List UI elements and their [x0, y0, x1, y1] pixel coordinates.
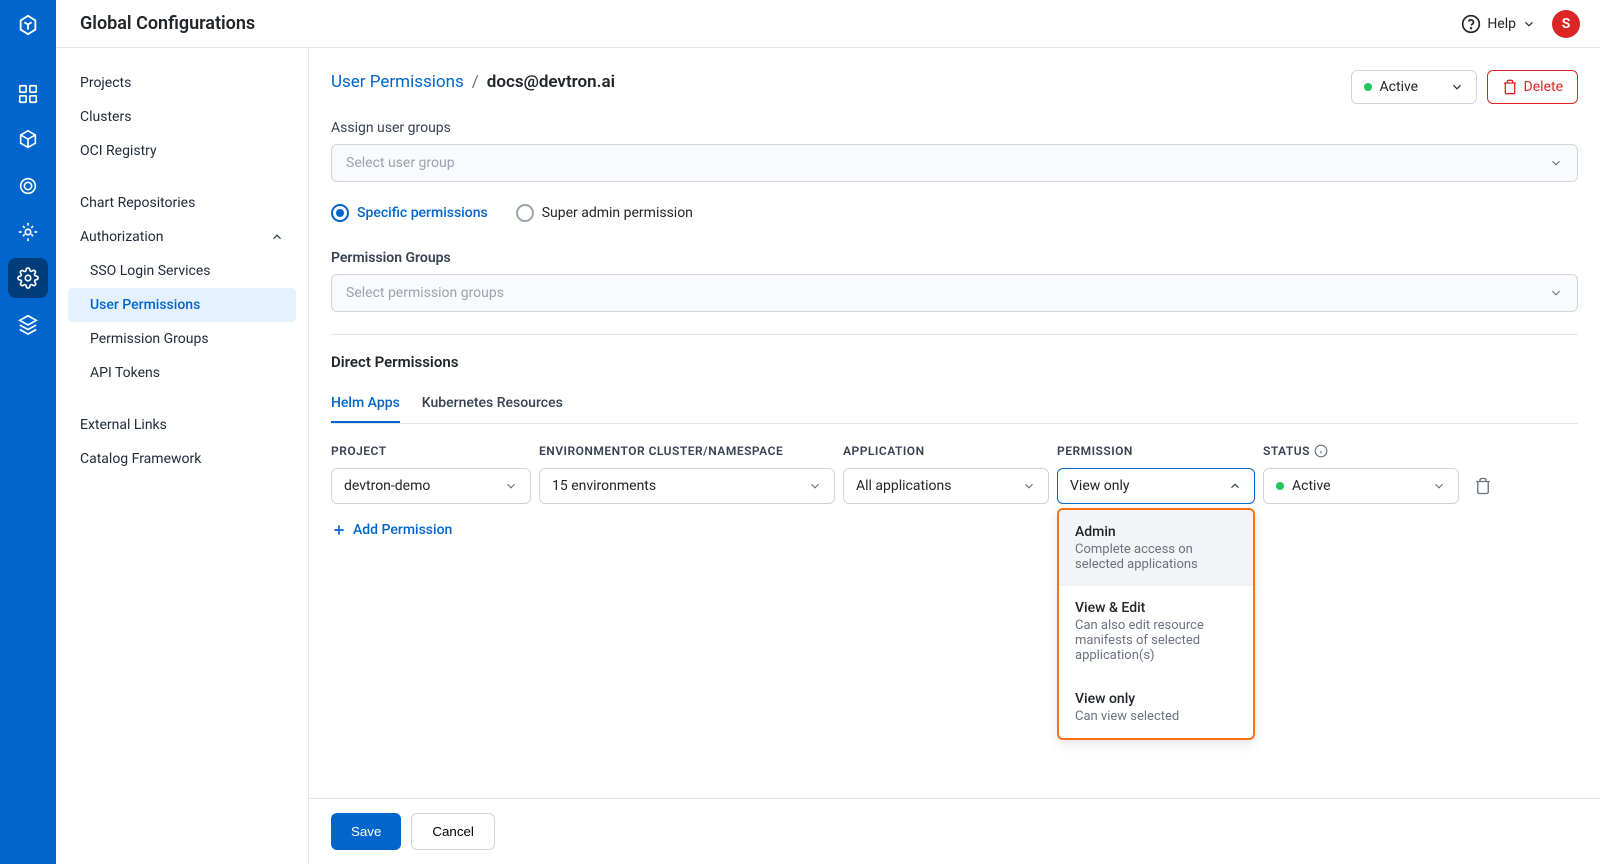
nav-target-icon[interactable] — [8, 166, 48, 206]
breadcrumb-current: docs@devtron.ai — [487, 72, 615, 92]
chevron-down-icon — [1022, 479, 1036, 493]
page-title: Global Configurations — [80, 13, 255, 34]
chevron-down-icon — [1432, 479, 1446, 493]
config-sidebar: Projects Clusters OCI Registry Chart Rep… — [56, 48, 309, 864]
plus-icon — [331, 522, 347, 538]
nav-cube-icon[interactable] — [8, 120, 48, 160]
permission-groups-select[interactable]: Select permission groups — [331, 274, 1578, 312]
add-permission-button[interactable]: Add Permission — [331, 522, 1578, 538]
save-button[interactable]: Save — [331, 813, 401, 850]
sidebar-item-authorization[interactable]: Authorization — [68, 220, 296, 254]
permission-dropdown: Admin Complete access on selected applic… — [1057, 508, 1255, 740]
info-icon — [1314, 444, 1328, 458]
col-environment: ENVIRONMENTOR CLUSTER/NAMESPACE — [539, 444, 835, 458]
assign-groups-label: Assign user groups — [331, 120, 1578, 136]
sidebar-item-permission-groups[interactable]: Permission Groups — [68, 322, 296, 356]
chevron-down-icon — [1450, 80, 1464, 94]
nav-gear-icon[interactable] — [8, 212, 48, 252]
sidebar-item-external-links[interactable]: External Links — [68, 408, 296, 442]
environment-select[interactable]: 15 environments — [539, 468, 835, 504]
chevron-down-icon — [808, 479, 822, 493]
user-avatar[interactable]: S — [1552, 10, 1580, 38]
sidebar-item-projects[interactable]: Projects — [68, 66, 296, 100]
permission-select[interactable]: View only — [1057, 468, 1255, 504]
col-status: STATUS — [1263, 444, 1459, 458]
cancel-button[interactable]: Cancel — [411, 813, 495, 850]
permission-row: devtron-demo 15 environments All applica… — [331, 468, 1578, 504]
sidebar-item-api-tokens[interactable]: API Tokens — [68, 356, 296, 390]
permission-option-view-only[interactable]: View only Can view selected — [1059, 677, 1253, 738]
breadcrumb-parent[interactable]: User Permissions — [331, 72, 464, 92]
col-permission: PERMISSION — [1057, 444, 1255, 458]
nav-apps-icon[interactable] — [8, 74, 48, 114]
sidebar-item-catalog[interactable]: Catalog Framework — [68, 442, 296, 476]
col-project: PROJECT — [331, 444, 531, 458]
footer: Save Cancel — [309, 798, 1600, 864]
status-dot-icon — [1364, 83, 1372, 91]
tab-k8s-resources[interactable]: Kubernetes Resources — [422, 385, 563, 423]
direct-permissions-title: Direct Permissions — [331, 353, 1578, 371]
chevron-down-icon — [1549, 156, 1563, 170]
delete-button[interactable]: Delete — [1487, 70, 1578, 104]
row-status-select[interactable]: Active — [1263, 468, 1459, 504]
icon-rail — [0, 0, 56, 864]
application-select[interactable]: All applications — [843, 468, 1049, 504]
tab-helm-apps[interactable]: Helm Apps — [331, 385, 400, 423]
sidebar-item-clusters[interactable]: Clusters — [68, 100, 296, 134]
sidebar-item-chart-repos[interactable]: Chart Repositories — [68, 186, 296, 220]
chevron-up-icon — [1228, 479, 1242, 493]
nav-settings-icon[interactable] — [8, 258, 48, 298]
col-application: APPLICATION — [843, 444, 1049, 458]
sidebar-item-user-permissions[interactable]: User Permissions — [68, 288, 296, 322]
topbar: Global Configurations Help S — [56, 0, 1600, 48]
sidebar-item-sso[interactable]: SSO Login Services — [68, 254, 296, 288]
chevron-down-icon — [1522, 17, 1536, 31]
chevron-down-icon — [1549, 286, 1563, 300]
permission-option-admin[interactable]: Admin Complete access on selected applic… — [1059, 510, 1253, 586]
trash-icon — [1502, 79, 1518, 95]
permission-groups-label: Permission Groups — [331, 250, 1578, 266]
chevron-up-icon — [270, 230, 284, 244]
delete-row-button[interactable] — [1467, 477, 1499, 495]
trash-icon — [1474, 477, 1492, 495]
chevron-down-icon — [504, 479, 518, 493]
nav-layers-icon[interactable] — [8, 304, 48, 344]
radio-specific-permissions[interactable]: Specific permissions — [331, 204, 488, 222]
radio-super-admin[interactable]: Super admin permission — [516, 204, 693, 222]
sidebar-item-oci[interactable]: OCI Registry — [68, 134, 296, 168]
assign-groups-select[interactable]: Select user group — [331, 144, 1578, 182]
permission-option-view-edit[interactable]: View & Edit Can also edit resource manif… — [1059, 586, 1253, 677]
help-menu[interactable]: Help — [1461, 14, 1536, 34]
brand-logo — [13, 10, 43, 40]
project-select[interactable]: devtron-demo — [331, 468, 531, 504]
user-status-select[interactable]: Active — [1351, 70, 1477, 104]
